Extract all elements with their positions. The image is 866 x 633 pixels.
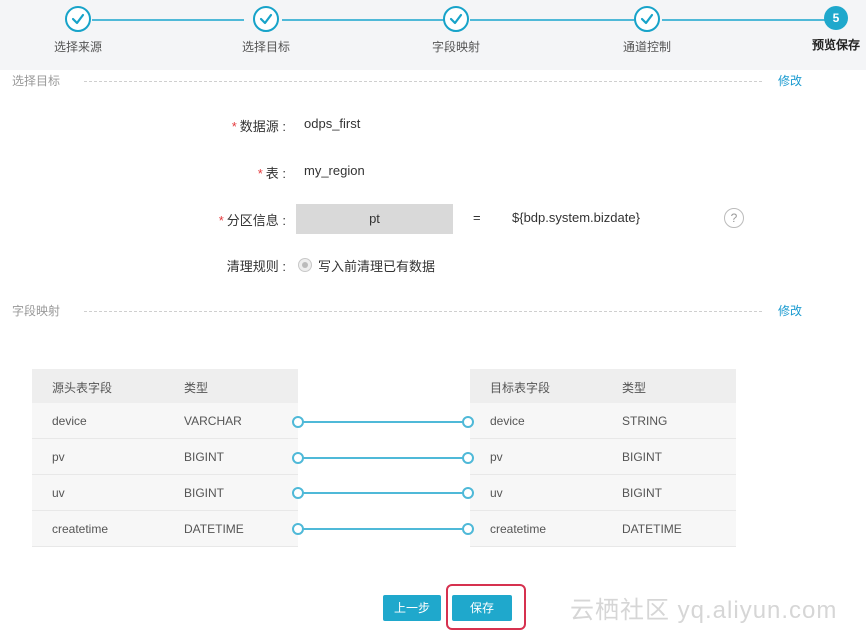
step-label: 选择目标 (241, 40, 290, 54)
source-fields-table: 源头表字段 类型 device VARCHAR pv BIGINT uv BIG… (32, 369, 298, 547)
field-type: STRING (622, 414, 668, 428)
wizard-stepper: 选择来源 选择目标 字段映射 通道控制 5 预览保存 (0, 0, 866, 70)
table-header: 源头表字段 类型 (32, 369, 298, 403)
cleanup-option-label: 写入前清理已有数据 (318, 259, 436, 274)
field-type: BIGINT (622, 450, 663, 464)
step-field-mapping: 字段映射 (396, 6, 516, 55)
partition-value: ${bdp.system.bizdate} (512, 210, 640, 225)
mapping-handle[interactable] (462, 452, 474, 464)
field-name: uv (490, 486, 503, 500)
check-icon (65, 6, 91, 32)
table-row: uv BIGINT (32, 475, 298, 511)
section-title: 选择目标 (12, 72, 67, 89)
table-header: 目标表字段 类型 (470, 369, 736, 403)
field-name: device (52, 414, 87, 428)
check-icon (253, 6, 279, 32)
required-mark: * (218, 213, 224, 228)
step-select-source: 选择来源 (18, 6, 138, 55)
cleanup-label: 清理规则 : (226, 259, 286, 274)
step-number-badge: 5 (824, 6, 848, 30)
datasource-row: * 数据源 : odps_first (0, 110, 866, 140)
datasource-value: odps_first (304, 116, 361, 131)
step-label: 通道控制 (622, 40, 671, 54)
save-button[interactable]: 保存 (452, 595, 512, 621)
field-type: DATETIME (622, 522, 682, 536)
table-label: * 表 : (257, 166, 286, 181)
column-header: 源头表字段 (52, 381, 113, 395)
partition-label: * 分区信息 : (218, 213, 286, 228)
field-name: pv (490, 450, 503, 464)
step-channel-control: 通道控制 (587, 6, 707, 55)
required-mark: * (257, 166, 263, 181)
table-row: pv BIGINT (32, 439, 298, 475)
table-row: pv BIGINT (470, 439, 736, 475)
equals-sign: = (473, 210, 481, 225)
column-header: 类型 (622, 381, 647, 395)
partition-key-field: pt (296, 204, 453, 234)
mapping-handle[interactable] (292, 523, 304, 535)
cleanup-row: 清理规则 : 写入前清理已有数据 (0, 250, 866, 280)
mapping-section-header: 字段映射 修改 (12, 302, 802, 320)
check-icon (634, 6, 660, 32)
column-header: 目标表字段 (490, 381, 551, 395)
required-mark: * (231, 119, 237, 134)
field-name: createtime (490, 522, 547, 536)
field-name: device (490, 414, 525, 428)
table-row: device VARCHAR (32, 403, 298, 439)
field-type: DATETIME (184, 522, 244, 536)
edit-target-link[interactable]: 修改 (778, 72, 802, 89)
field-name: uv (52, 486, 65, 500)
field-type: BIGINT (184, 486, 225, 500)
field-type: VARCHAR (184, 414, 242, 428)
dashed-divider (84, 81, 762, 82)
mapping-handle[interactable] (292, 416, 304, 428)
mapping-handle[interactable] (462, 487, 474, 499)
step-select-target: 选择目标 (206, 6, 326, 55)
table-row: createtime DATETIME (470, 511, 736, 547)
step-label: 字段映射 (431, 40, 480, 54)
step-label: 选择来源 (53, 40, 102, 54)
table-row: createtime DATETIME (32, 511, 298, 547)
dashed-divider (84, 311, 762, 312)
edit-mapping-link[interactable]: 修改 (778, 302, 802, 319)
table-row: * 表 : my_region (0, 157, 866, 187)
field-type: BIGINT (622, 486, 663, 500)
field-name: pv (52, 450, 65, 464)
column-header: 类型 (184, 381, 209, 395)
step-label: 预览保存 (811, 38, 860, 52)
prev-step-button[interactable]: 上一步 (383, 595, 441, 621)
mapping-handle[interactable] (462, 416, 474, 428)
table-row: device STRING (470, 403, 736, 439)
check-icon (443, 6, 469, 32)
mapping-handle[interactable] (462, 523, 474, 535)
partition-row: * 分区信息 : pt = ${bdp.system.bizdate} ? (0, 204, 866, 234)
table-row: uv BIGINT (470, 475, 736, 511)
mapping-handle[interactable] (292, 452, 304, 464)
datasource-label: * 数据源 : (231, 119, 286, 134)
field-name: createtime (52, 522, 109, 536)
target-fields-table: 目标表字段 类型 device STRING pv BIGINT uv BIGI… (470, 369, 736, 547)
section-title: 字段映射 (12, 302, 67, 319)
cleanup-radio[interactable] (298, 258, 312, 272)
field-type: BIGINT (184, 450, 225, 464)
watermark: 云栖社区 yq.aliyun.com (570, 597, 838, 624)
target-section-header: 选择目标 修改 (12, 72, 802, 90)
step-preview-save: 5 预览保存 (776, 6, 866, 53)
help-icon[interactable]: ? (724, 208, 744, 228)
mapping-handle[interactable] (292, 487, 304, 499)
table-value: my_region (304, 163, 365, 178)
